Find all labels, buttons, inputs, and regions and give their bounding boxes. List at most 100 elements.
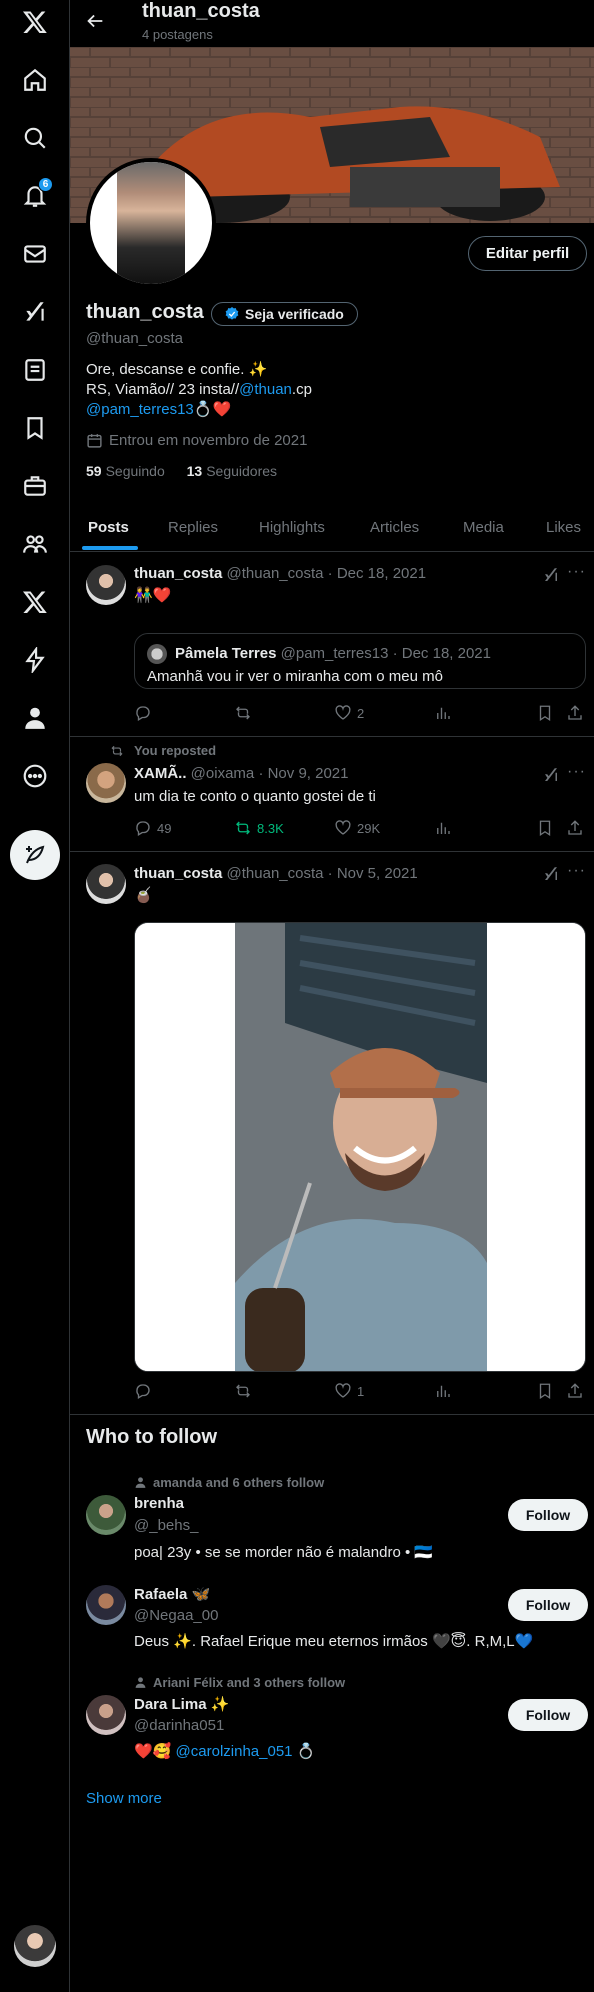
reply-icon <box>136 706 150 721</box>
bookmark-button[interactable] <box>536 819 554 837</box>
grok-icon[interactable] <box>542 865 560 883</box>
tweet-date[interactable]: · Nov 5, 2021 <box>328 865 418 882</box>
bookmark-icon[interactable] <box>13 406 57 450</box>
follow-button[interactable]: Follow <box>508 1589 588 1621</box>
tab-likes[interactable]: Likes <box>546 502 581 552</box>
like-button[interactable]: 1 <box>334 1382 364 1400</box>
reply-button[interactable]: 49 <box>134 819 171 837</box>
tweet-avatar[interactable] <box>86 864 126 904</box>
tweet-author-handle[interactable]: @thuan_costa <box>227 565 324 582</box>
tweet-date[interactable]: · Dec 18, 2021 <box>328 565 426 582</box>
follow-suggestion[interactable]: Rafaela 🦋 @Negaa_00 Deus ✨. Rafael Eriqu… <box>70 1583 594 1653</box>
tweet-author-name[interactable]: thuan_costa <box>134 865 222 882</box>
quote-date: · Dec 18, 2021 <box>392 645 491 662</box>
bio-instagram-link[interactable]: @thuan <box>239 381 292 398</box>
suggestion-bio-link[interactable]: @carolzinha_051 <box>176 1743 293 1760</box>
repost-button[interactable] <box>234 1382 257 1400</box>
bell-icon[interactable]: 6 <box>13 174 57 218</box>
views-button[interactable] <box>434 1382 452 1400</box>
suggestion-handle[interactable]: @Negaa_00 <box>134 1607 218 1624</box>
suggestion-name[interactable]: Dara Lima ✨ <box>134 1695 229 1713</box>
active-tab-indicator <box>82 546 138 550</box>
suggestion-avatar[interactable] <box>86 1695 126 1735</box>
tab-highlights[interactable]: Highlights <box>259 502 325 552</box>
suggestion-avatar[interactable] <box>86 1585 126 1625</box>
tweet-avatar[interactable] <box>86 565 126 605</box>
suggestion-bio: Deus ✨. Rafael Erique meu eternos irmãos… <box>134 1633 534 1650</box>
notification-badge: 6 <box>38 177 53 192</box>
following-link[interactable]: 59 Seguindo <box>86 463 165 479</box>
views-button[interactable] <box>434 704 452 722</box>
communities-icon[interactable] <box>13 522 57 566</box>
lists-icon[interactable] <box>13 348 57 392</box>
search-icon[interactable] <box>13 116 57 160</box>
tweet-author-handle[interactable]: @oixama <box>191 765 255 782</box>
repost-button[interactable]: 8.3K <box>234 819 284 837</box>
profile-header-bar: thuan_costa 4 postagens <box>70 0 594 47</box>
x-logo-icon[interactable] <box>13 0 57 44</box>
reply-button[interactable] <box>134 1382 157 1400</box>
suggestion-handle[interactable]: @_behs_ <box>134 1517 198 1534</box>
premium-x-icon[interactable] <box>13 580 57 624</box>
tab-posts[interactable]: Posts <box>88 502 129 552</box>
tweet-media-image[interactable] <box>134 922 586 1372</box>
more-options-icon[interactable]: ··· <box>567 763 586 781</box>
share-button[interactable] <box>566 704 584 722</box>
suggestion-handle[interactable]: @darinha051 <box>134 1717 224 1734</box>
profile-icon[interactable] <box>13 696 57 740</box>
like-button[interactable]: 2 <box>334 704 364 722</box>
suggestion-avatar[interactable] <box>86 1495 126 1535</box>
follow-button[interactable]: Follow <box>508 1699 588 1731</box>
grok-icon[interactable] <box>542 566 560 584</box>
tab-media[interactable]: Media <box>463 502 504 552</box>
suggestion-context: amanda and 6 others follow <box>134 1475 324 1490</box>
home-icon[interactable] <box>13 58 57 102</box>
repost-button[interactable] <box>234 704 257 722</box>
bookmark-button[interactable] <box>536 704 554 722</box>
verified-orgs-icon[interactable] <box>13 638 57 682</box>
back-arrow-icon[interactable] <box>84 10 106 32</box>
quoted-tweet[interactable]: Pâmela Terres @pam_terres13 · Dec 18, 20… <box>134 633 586 689</box>
tweet[interactable]: You reposted XAMÃ.. @oixama · Nov 9, 202… <box>70 737 594 852</box>
profile-avatar[interactable] <box>86 158 216 288</box>
tab-replies[interactable]: Replies <box>168 502 218 552</box>
edit-profile-button[interactable]: Editar perfil <box>468 236 587 271</box>
bio-mention-link[interactable]: @pam_terres13 <box>86 401 194 418</box>
show-more-link[interactable]: Show more <box>86 1790 162 1807</box>
suggestion-bio: ❤️🥰 @carolzinha_051 💍 <box>134 1743 316 1760</box>
reply-icon <box>136 1384 150 1399</box>
like-button[interactable]: 29K <box>334 819 380 837</box>
jobs-icon[interactable] <box>13 464 57 508</box>
follow-suggestion[interactable]: amanda and 6 others follow brenha @_behs… <box>70 1473 594 1563</box>
followers-link[interactable]: 13 Seguidores <box>187 463 277 479</box>
views-button[interactable] <box>434 819 452 837</box>
more-icon[interactable] <box>13 754 57 798</box>
more-options-icon[interactable]: ··· <box>567 563 586 581</box>
compose-post-button[interactable] <box>10 830 60 880</box>
suggestion-name[interactable]: Rafaela 🦋 <box>134 1585 210 1603</box>
more-options-icon[interactable]: ··· <box>567 862 586 880</box>
account-avatar[interactable] <box>14 1925 56 1967</box>
tweet-author-name[interactable]: XAMÃ.. <box>134 765 187 782</box>
tab-articles[interactable]: Articles <box>370 502 419 552</box>
tweet[interactable]: thuan_costa @thuan_costa · Dec 18, 2021 … <box>70 553 594 737</box>
grok-icon[interactable] <box>542 766 560 784</box>
suggestion-name[interactable]: brenha <box>134 1495 184 1512</box>
follow-button[interactable]: Follow <box>508 1499 588 1531</box>
grok-icon[interactable] <box>13 290 57 334</box>
get-verified-button[interactable]: Seja verificado <box>211 302 358 326</box>
share-button[interactable] <box>566 1382 584 1400</box>
bookmark-button[interactable] <box>536 1382 554 1400</box>
mail-icon[interactable] <box>13 232 57 276</box>
quote-author-name: Pâmela Terres <box>175 645 277 662</box>
tweet-header: thuan_costa @thuan_costa · Dec 18, 2021 <box>134 565 426 582</box>
person-icon <box>135 1677 146 1688</box>
share-button[interactable] <box>566 819 584 837</box>
follow-suggestion[interactable]: Ariani Félix and 3 others follow Dara Li… <box>70 1673 594 1763</box>
bio-line-1: Ore, descanse e confie. ✨ <box>86 361 268 378</box>
reply-button[interactable] <box>134 704 157 722</box>
tweet-author-handle[interactable]: @thuan_costa <box>227 865 324 882</box>
tweet-date[interactable]: · Nov 9, 2021 <box>258 765 348 782</box>
tweet-author-name[interactable]: thuan_costa <box>134 565 222 582</box>
tweet-avatar[interactable] <box>86 763 126 803</box>
